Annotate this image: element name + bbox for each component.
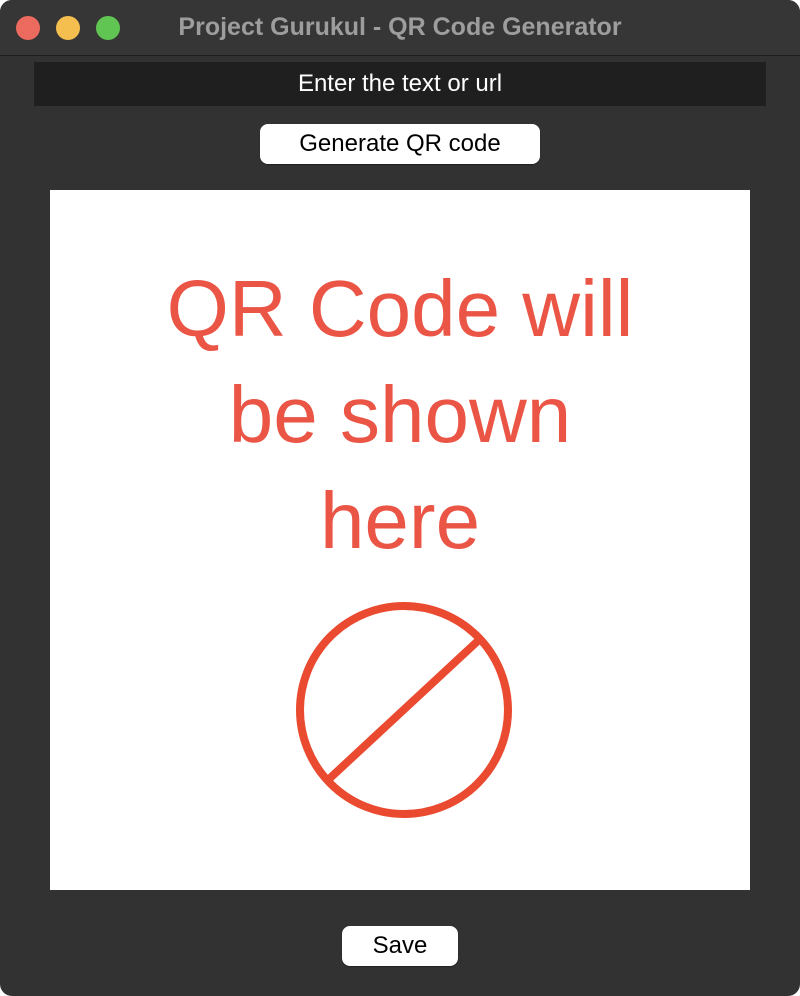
qr-placeholder-text: QR Code will be shown here	[166, 264, 634, 565]
save-button[interactable]: Save	[342, 926, 458, 966]
window-title: Project Gurukul - QR Code Generator	[178, 13, 622, 41]
title-bar[interactable]: Project Gurukul - QR Code Generator	[0, 0, 800, 56]
app-window: Project Gurukul - QR Code Generator Gene…	[0, 0, 800, 996]
no-entry-icon	[296, 602, 512, 818]
text-url-input[interactable]	[34, 62, 766, 106]
qr-code-display: QR Code will be shown here	[50, 190, 750, 890]
generate-qr-button[interactable]: Generate QR code	[260, 124, 540, 164]
